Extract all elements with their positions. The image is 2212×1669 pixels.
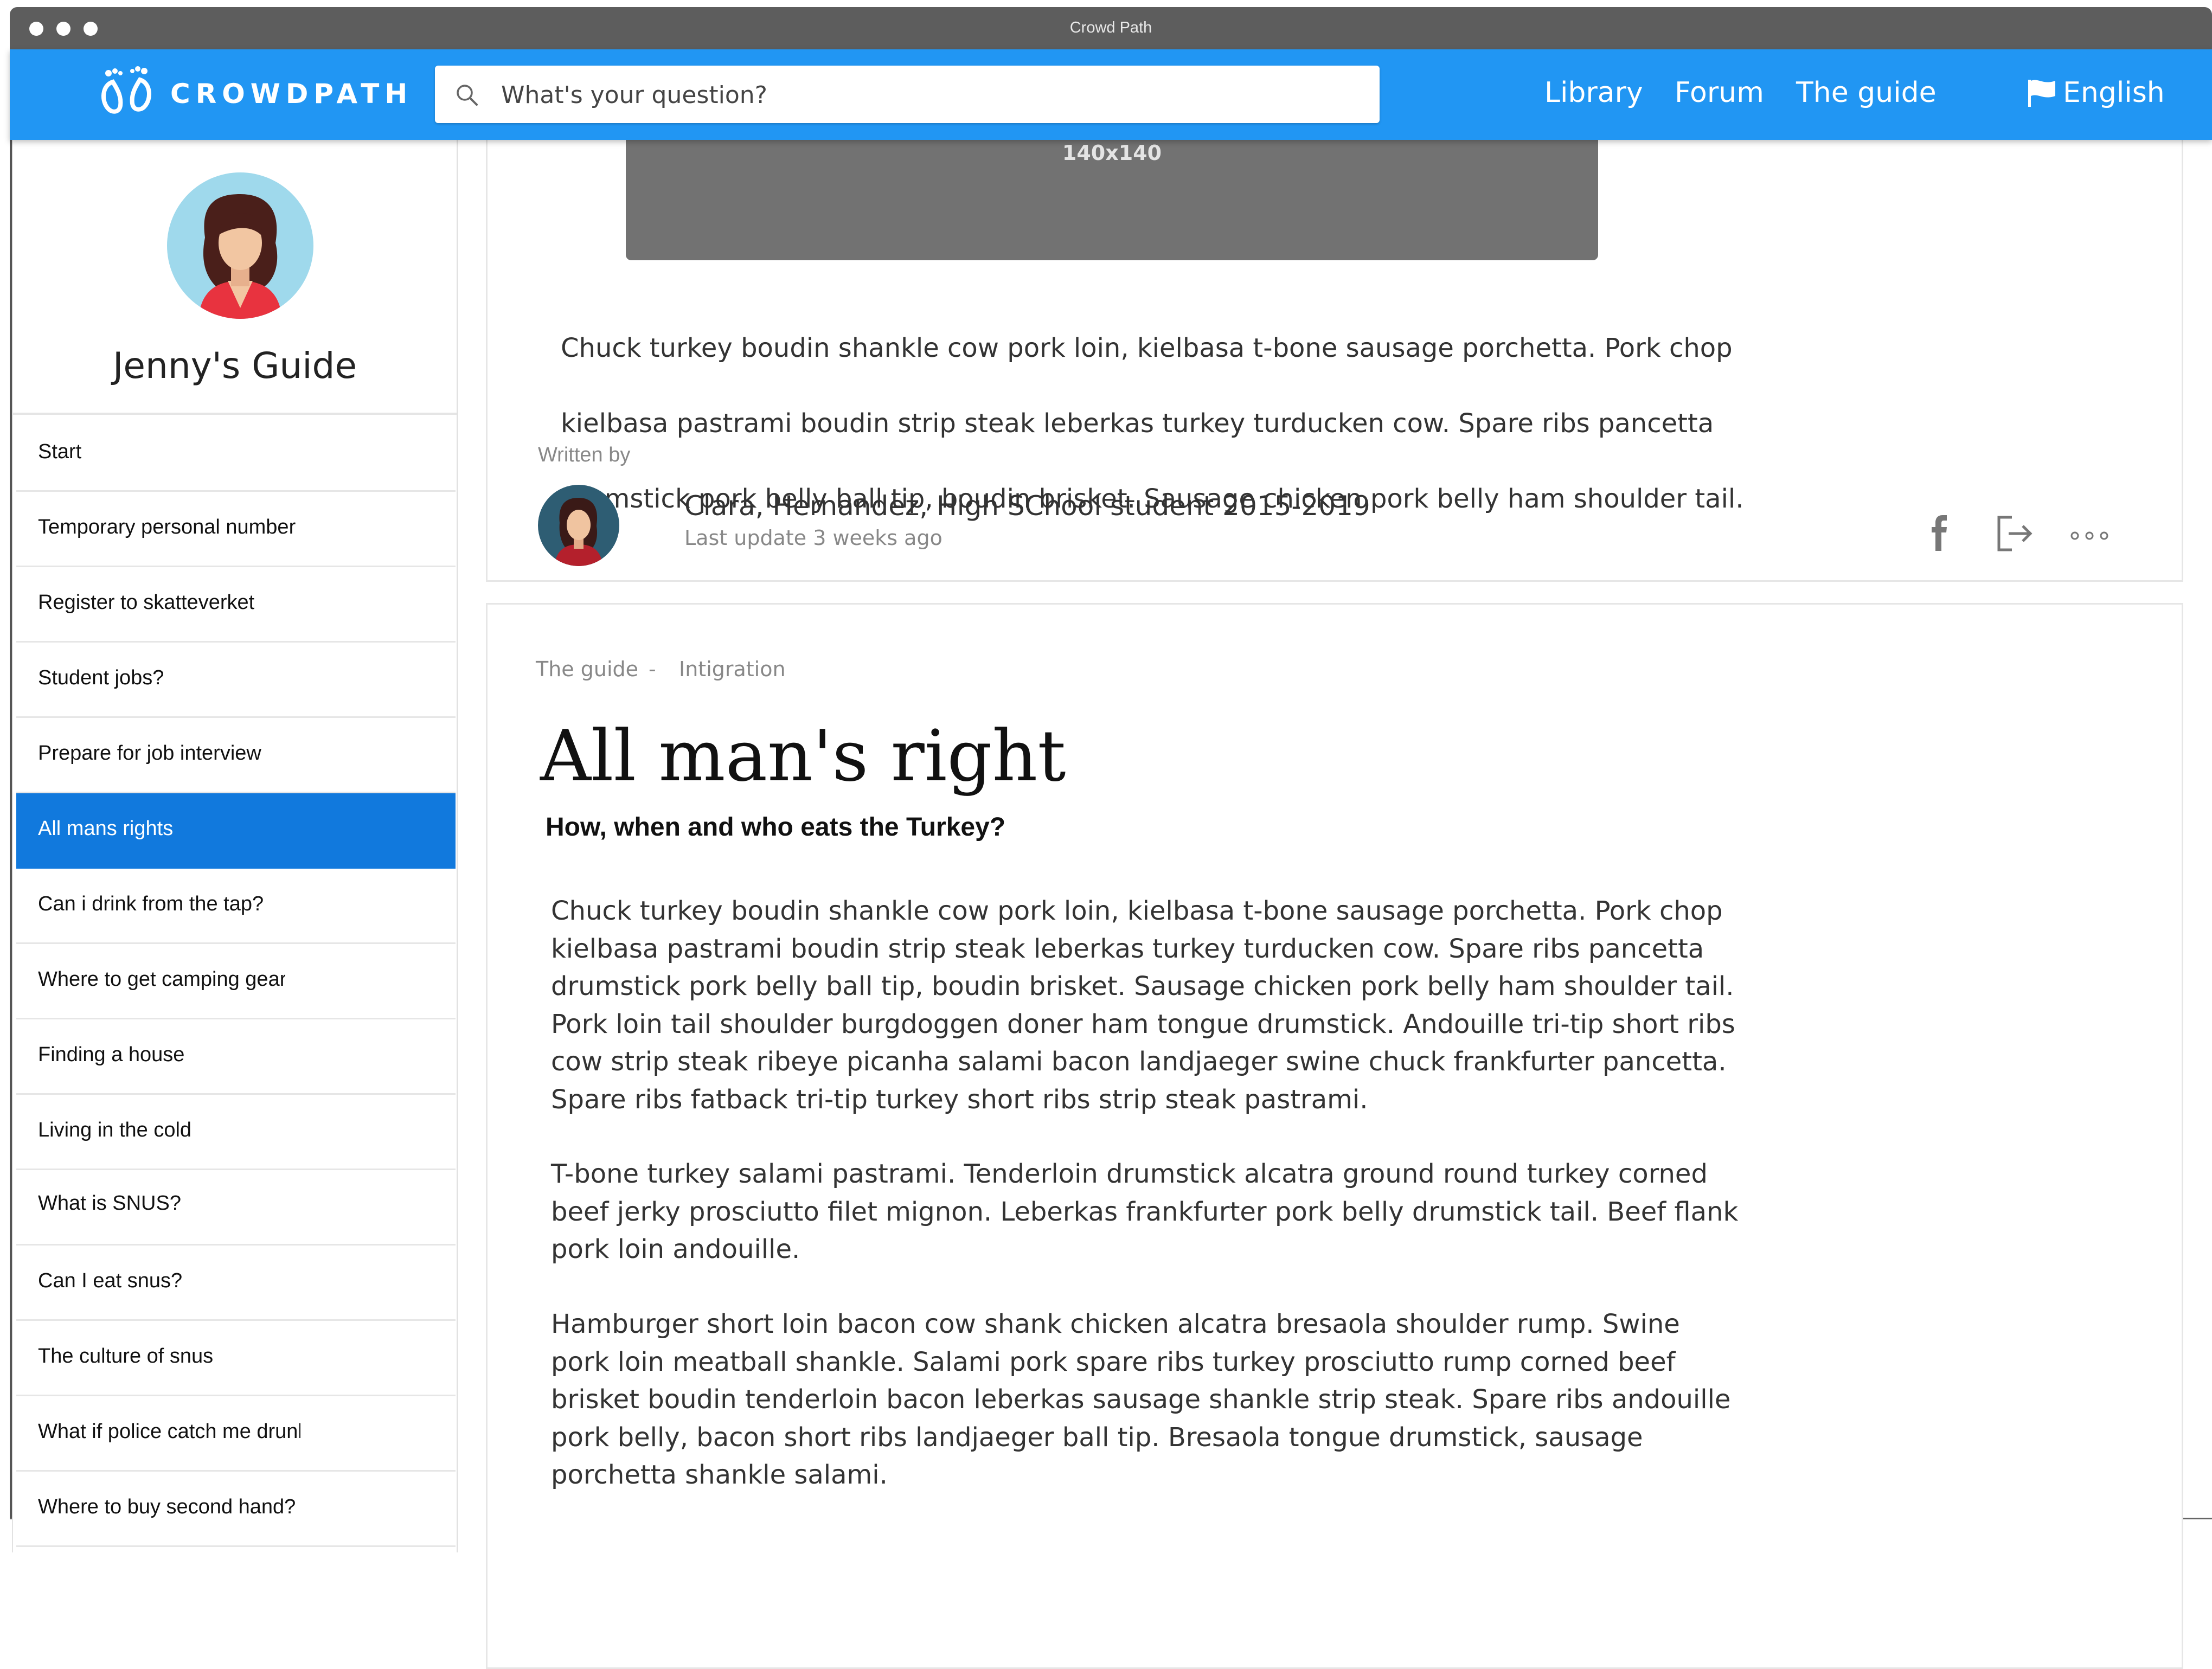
article-title: All man's right	[540, 715, 1066, 797]
text-line: T-bone turkey salami pastrami. Tenderloi…	[551, 1159, 1708, 1189]
sidebar-item-job-interview[interactable]: Prepare for job interview	[16, 718, 456, 793]
text-line: Hamburger short loin bacon cow shank chi…	[551, 1309, 1680, 1339]
window-titlebar: Crowd Path	[10, 7, 2212, 49]
sidebar-item-label: Where to buy second hand?	[38, 1495, 296, 1518]
breadcrumb-intigration[interactable]: Intigration	[679, 657, 786, 681]
text-line: pork loin andouille.	[551, 1234, 800, 1264]
sidebar-item-label: Can I eat snus?	[38, 1269, 183, 1292]
sidebar-item-label: Prepare for job interview	[38, 742, 261, 765]
sidebar-item-label: Student jobs?	[38, 666, 164, 689]
sidebar-item-label: Where to get camping gear	[38, 968, 285, 991]
sidebar-divider	[13, 413, 457, 415]
app-header: CROWDPATH Library Forum The guide Englis…	[10, 49, 2212, 140]
breadcrumb-the-guide[interactable]: The guide	[536, 657, 638, 681]
brand-logo[interactable]: CROWDPATH	[97, 63, 413, 124]
share-icon[interactable]	[1996, 514, 2035, 553]
text-line: beef jerky prosciutto filet mignon. Lebe…	[551, 1196, 1739, 1227]
sidebar-item-temporary-personal-number[interactable]: Temporary personal number	[16, 492, 456, 567]
text-line: pork loin meatball shankle. Salami pork …	[551, 1346, 1676, 1377]
text-line: pork belly, bacon short ribs landjaeger …	[551, 1422, 1643, 1453]
sidebar-item-label: Can i drink from the tap?	[38, 893, 264, 915]
language-selector[interactable]: English	[2026, 76, 2165, 109]
sidebar-item-culture-snus[interactable]: The culture of snus	[16, 1321, 456, 1396]
guide-title: Jenny's Guide	[112, 345, 357, 387]
guide-sidebar: Jenny's Guide Start Temporary personal n…	[12, 140, 458, 1552]
text-line: Chuck turkey boudin shankle cow pork loi…	[561, 332, 1733, 363]
guide-avatar	[167, 172, 313, 319]
search-box[interactable]	[435, 66, 1380, 124]
sidebar-item-label: Temporary personal number	[38, 516, 296, 538]
text-line: Pork loin tail shoulder burgdoggen doner…	[551, 1009, 1735, 1039]
sidebar-item-register-skatteverket[interactable]: Register to skatteverket	[16, 567, 456, 643]
search-input[interactable]	[500, 66, 1359, 124]
breadcrumb-separator: -	[649, 657, 656, 681]
written-by-label: Written by	[538, 444, 631, 466]
text-line: porchetta shankle salami.	[551, 1460, 888, 1490]
search-icon	[457, 85, 478, 106]
author-avatar[interactable]	[538, 485, 619, 566]
text-line: Chuck turkey boudin shankle cow pork loi…	[551, 896, 1723, 926]
sidebar-item-label: All mans rights	[38, 817, 174, 840]
language-label: English	[2063, 76, 2165, 109]
article-paragraph: Hamburger short loin bacon cow shank chi…	[551, 1306, 1730, 1494]
nav-library[interactable]: Library	[1544, 76, 1643, 109]
article-paragraph: T-bone turkey salami pastrami. Tenderloi…	[551, 1156, 1738, 1269]
text-line: brisket boudin tenderloin bacon leberkas…	[551, 1384, 1731, 1415]
sidebar-item-all-mans-rights[interactable]: All mans rights	[16, 793, 456, 869]
guide-menu: Start Temporary personal number Register…	[16, 416, 456, 1547]
sidebar-item-what-is-snus[interactable]: What is SNUS?	[16, 1170, 456, 1246]
facebook-icon[interactable]	[1929, 514, 1951, 552]
window-title: Crowd Path	[1069, 19, 1152, 36]
sidebar-item-label: What is SNUS?	[38, 1192, 181, 1215]
nav-the-guide[interactable]: The guide	[1796, 76, 1937, 109]
sidebar-item-label: The culture of snus	[38, 1345, 214, 1368]
sidebar-item-label: What if police catch me drunk	[38, 1420, 300, 1443]
sidebar-item-label: Start	[38, 440, 82, 463]
sidebar-item-start[interactable]: Start	[16, 416, 456, 492]
text-line: Spare ribs fatback tri-tip turkey short …	[551, 1084, 1368, 1115]
sidebar-item-student-jobs[interactable]: Student jobs?	[16, 643, 456, 718]
text-line: kielbasa pastrami boudin strip steak leb…	[561, 408, 1714, 439]
last-update: Last update 3 weeks ago	[684, 526, 942, 550]
nav-forum[interactable]: Forum	[1675, 76, 1764, 109]
more-icon[interactable]	[2069, 530, 2110, 541]
article-paragraph: Chuck turkey boudin shankle cow pork loi…	[551, 893, 1735, 1119]
sidebar-item-finding-house[interactable]: Finding a house	[16, 1019, 456, 1095]
sidebar-item-living-cold[interactable]: Living in the cold	[16, 1095, 456, 1170]
sidebar-item-second-hand[interactable]: Where to buy second hand?	[16, 1472, 456, 1547]
window-frame-bottom	[2180, 1518, 2212, 1519]
flag-icon	[2028, 80, 2055, 107]
text-line: cow strip steak ribeye picanha salami ba…	[551, 1047, 1727, 1077]
sidebar-item-drink-tap[interactable]: Can i drink from the tap?	[16, 869, 456, 944]
sidebar-item-label: Register to skatteverket	[38, 591, 255, 614]
sidebar-item-label: Living in the cold	[38, 1119, 192, 1141]
text-line: kielbasa pastrami boudin strip steak leb…	[551, 933, 1704, 964]
text-line: drumstick pork belly ball tip, boudin br…	[551, 971, 1734, 1002]
author-name[interactable]: Clara, Hernandez, High SChool student 20…	[684, 490, 1370, 522]
brand-name: CROWDPATH	[170, 78, 413, 110]
sidebar-item-police-drunk[interactable]: What if police catch me drunk	[16, 1396, 456, 1472]
footprints-logo-icon	[101, 66, 152, 114]
sidebar-item-eat-snus[interactable]: Can I eat snus?	[16, 1246, 456, 1321]
article-subtitle: How, when and who eats the Turkey?	[546, 813, 1006, 842]
sidebar-item-label: Finding a house	[38, 1043, 185, 1066]
sidebar-item-camping-gear[interactable]: Where to get camping gear	[16, 944, 456, 1019]
image-size-label: 140x140	[1062, 141, 1162, 165]
article-image-placeholder: 140x140	[626, 130, 1598, 260]
